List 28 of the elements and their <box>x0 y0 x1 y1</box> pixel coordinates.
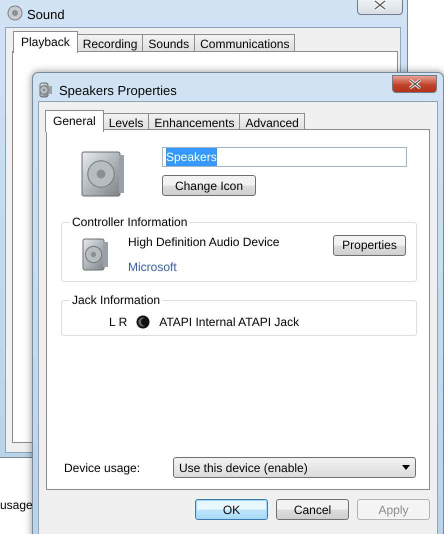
dialog-button[interactable]: OK <box>195 499 268 520</box>
tab[interactable]: General <box>45 110 104 132</box>
properties-button[interactable]: Properties <box>333 234 406 256</box>
window-title: Sound <box>27 6 65 24</box>
group-heading: Jack Information <box>70 293 162 307</box>
speaker-icon <box>39 82 53 98</box>
close-icon <box>374 0 386 10</box>
speaker-icon <box>7 5 23 21</box>
manufacturer-link[interactable]: Microsoft <box>128 258 280 276</box>
partial-text: usage <box>0 497 33 514</box>
speaker-icon <box>82 238 109 270</box>
close-button[interactable] <box>392 75 437 93</box>
jack-name: ATAPI Internal ATAPI Jack <box>159 314 300 331</box>
tab[interactable]: Playback <box>13 31 78 53</box>
jack-icon <box>136 315 150 329</box>
close-button[interactable] <box>357 0 403 15</box>
device-usage-dropdown[interactable]: Use this device (enable) <box>173 457 416 478</box>
tab[interactable]: Communications <box>194 34 296 53</box>
channel-labels: L R <box>109 314 128 331</box>
speaker-icon <box>81 151 125 197</box>
caret-icon <box>402 465 410 470</box>
dialog-title: Speakers Properties <box>59 82 177 100</box>
group-heading: Controller Information <box>70 215 190 229</box>
field-label: Device usage: <box>64 460 142 476</box>
device-name: High Definition Audio Device <box>128 234 280 250</box>
change-icon-button[interactable]: Change Icon <box>162 175 256 196</box>
close-icon <box>408 79 420 89</box>
dialog-button[interactable]: Cancel <box>276 499 349 520</box>
